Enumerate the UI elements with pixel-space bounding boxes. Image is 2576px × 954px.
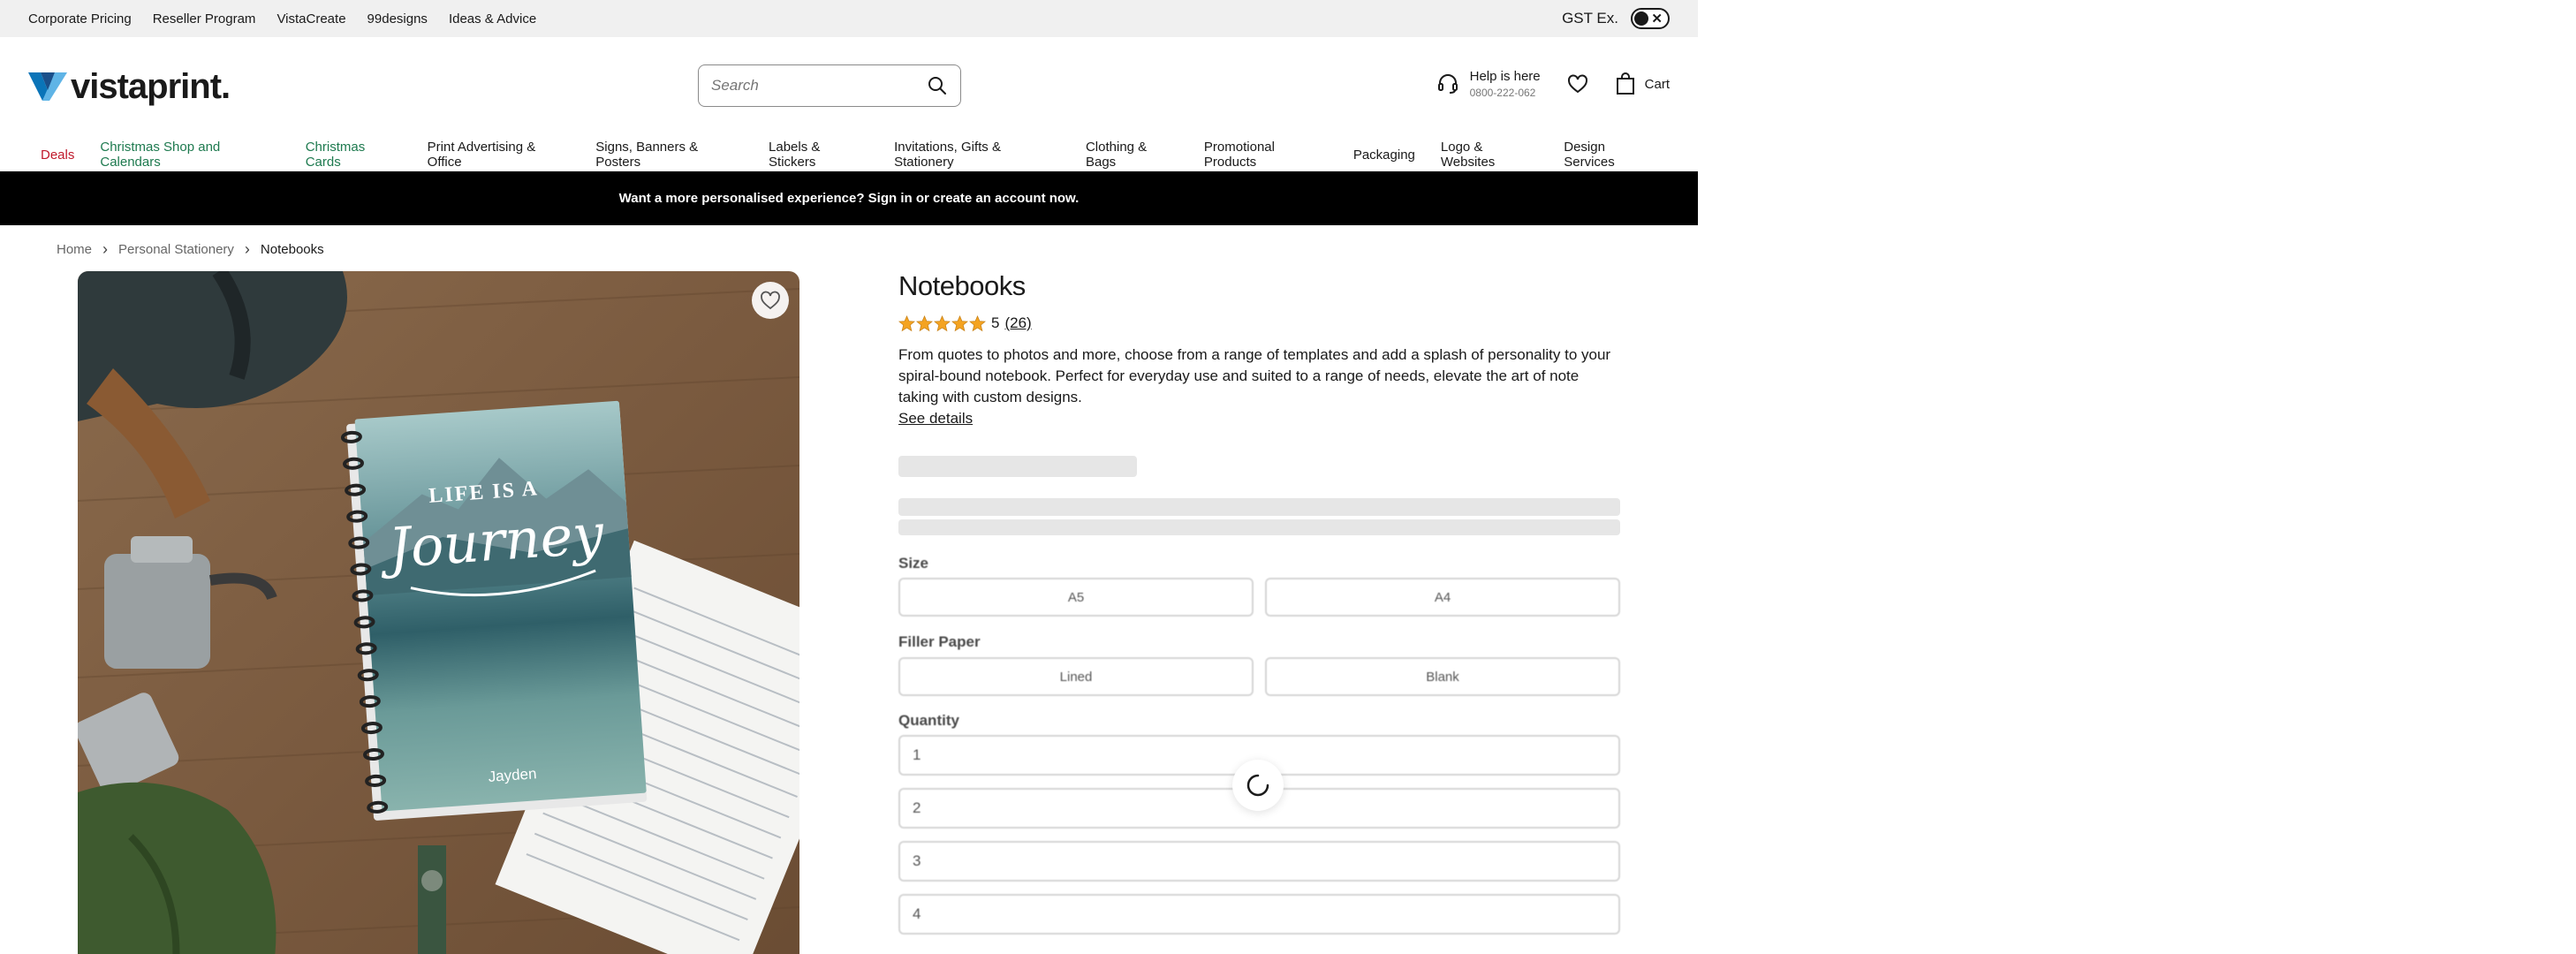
nav-item-invitations-gifts[interactable]: Invitations, Gifts & Stationery (894, 140, 1060, 170)
breadcrumb-personal-stationery[interactable]: Personal Stationery (118, 242, 234, 257)
gst-toggle-group: GST Ex. ✕ (1562, 8, 1670, 29)
nav-item-signs-banners[interactable]: Signs, Banners & Posters (595, 140, 743, 170)
cover-name: Jayden (488, 765, 537, 785)
star-rating (898, 314, 986, 332)
size-option-a4[interactable]: A4 (1265, 578, 1620, 617)
see-details-link[interactable]: See details (898, 410, 973, 428)
main-nav: Deals Christmas Shop and Calendars Chris… (0, 136, 1698, 173)
nav-item-packaging[interactable]: Packaging (1353, 148, 1415, 163)
vistaprint-page: Corporate Pricing Reseller Program Vista… (0, 0, 1698, 954)
favorite-button[interactable] (752, 282, 789, 319)
text-skeleton (898, 498, 1620, 516)
utility-links: Corporate Pricing Reseller Program Vista… (28, 11, 1562, 26)
help-button[interactable]: Help is here 0800-222-062 (1436, 69, 1541, 99)
quantity-option-3[interactable]: 3 (898, 841, 1620, 882)
ideas-advice-link[interactable]: Ideas & Advice (449, 11, 536, 26)
chevron-right-icon: › (102, 240, 109, 258)
rating-count[interactable]: (26) (1004, 314, 1031, 332)
toggle-knob (1634, 11, 1648, 26)
quantity-option-4[interactable]: 4 (898, 894, 1620, 935)
filler-option-blank[interactable]: Blank (1265, 657, 1620, 696)
rating-value: 5 (991, 314, 1000, 331)
utility-bar: Corporate Pricing Reseller Program Vista… (0, 0, 1698, 37)
cart-label: Cart (1644, 76, 1670, 92)
close-icon: ✕ (1651, 11, 1663, 26)
gst-label: GST Ex. (1562, 10, 1618, 26)
filler-paper-label: Filler Paper (898, 633, 981, 650)
vistaprint-logo[interactable]: vistaprint. (28, 66, 231, 107)
promo-text: Want a more personalised experience? Sig… (618, 191, 1080, 206)
nav-item-clothing-bags[interactable]: Clothing & Bags (1086, 140, 1178, 170)
star-icon (969, 314, 986, 331)
logo-text: vistaprint. (71, 66, 231, 106)
search-box (698, 64, 961, 107)
star-icon (916, 314, 933, 331)
nav-item-labels-stickers[interactable]: Labels & Stickers (769, 140, 868, 170)
sign-in-promo-banner[interactable]: Want a more personalised experience? Sig… (0, 171, 1698, 225)
options-panel: Size A5 A4 Filler Paper Lined Blank Quan… (898, 428, 1620, 954)
vistacreate-link[interactable]: VistaCreate (277, 11, 345, 26)
search-icon[interactable] (927, 75, 948, 96)
nav-item-deals[interactable]: Deals (41, 148, 74, 163)
heart-icon[interactable] (1567, 74, 1588, 94)
star-icon (934, 314, 951, 331)
breadcrumb: Home › Personal Stationery › Notebooks (57, 240, 324, 259)
text-skeleton (898, 519, 1620, 535)
product-title: Notebooks (898, 270, 1026, 301)
vistaprint-logo-icon (28, 72, 67, 101)
product-image[interactable]: LIFE IS A Journey Jayden (78, 271, 799, 954)
product-details: Notebooks 5 (26) From quotes to photos a… (898, 265, 1620, 954)
site-header: vistaprint. Help is here 0800-222-062 (0, 37, 1698, 136)
rating[interactable]: 5 (26) (898, 314, 1620, 332)
heart-icon (761, 291, 780, 310)
cart-button[interactable]: Cart (1615, 72, 1670, 95)
99designs-link[interactable]: 99designs (367, 11, 428, 26)
nav-item-design-services[interactable]: Design Services (1564, 140, 1657, 170)
product-description: From quotes to photos and more, choose f… (898, 346, 1611, 405)
star-icon (898, 314, 915, 331)
nav-item-christmas-shop[interactable]: Christmas Shop and Calendars (100, 140, 279, 170)
breadcrumb-home[interactable]: Home (57, 242, 92, 257)
help-text: Help is here 0800-222-062 (1470, 69, 1541, 99)
filler-option-lined[interactable]: Lined (898, 657, 1254, 696)
star-icon (951, 314, 968, 331)
reseller-program-link[interactable]: Reseller Program (153, 11, 256, 26)
nav-item-christmas-cards[interactable]: Christmas Cards (306, 140, 402, 170)
nav-item-logo-websites[interactable]: Logo & Websites (1441, 140, 1538, 170)
gst-toggle[interactable]: ✕ (1631, 8, 1670, 29)
header-actions: Help is here 0800-222-062 Cart (1436, 69, 1670, 99)
price-skeleton (898, 456, 1137, 477)
shopping-bag-icon (1616, 72, 1634, 95)
help-title: Help is here (1469, 69, 1541, 84)
help-phone: 0800-222-062 (1469, 87, 1536, 99)
corporate-pricing-link[interactable]: Corporate Pricing (28, 11, 132, 26)
spinner-icon (1246, 774, 1269, 797)
size-option-a5[interactable]: A5 (898, 578, 1254, 617)
headset-icon (1437, 74, 1458, 94)
nav-item-print-advertising[interactable]: Print Advertising & Office (428, 140, 571, 170)
nav-item-promotional-products[interactable]: Promotional Products (1204, 140, 1328, 170)
breadcrumb-current: Notebooks (260, 242, 324, 257)
loading-spinner (1232, 760, 1284, 811)
search-input[interactable] (711, 77, 927, 95)
notebook-photo: LIFE IS A Journey Jayden (78, 271, 799, 954)
quantity-label: Quantity (898, 712, 959, 729)
size-label: Size (898, 555, 929, 572)
chevron-right-icon: › (244, 240, 250, 258)
